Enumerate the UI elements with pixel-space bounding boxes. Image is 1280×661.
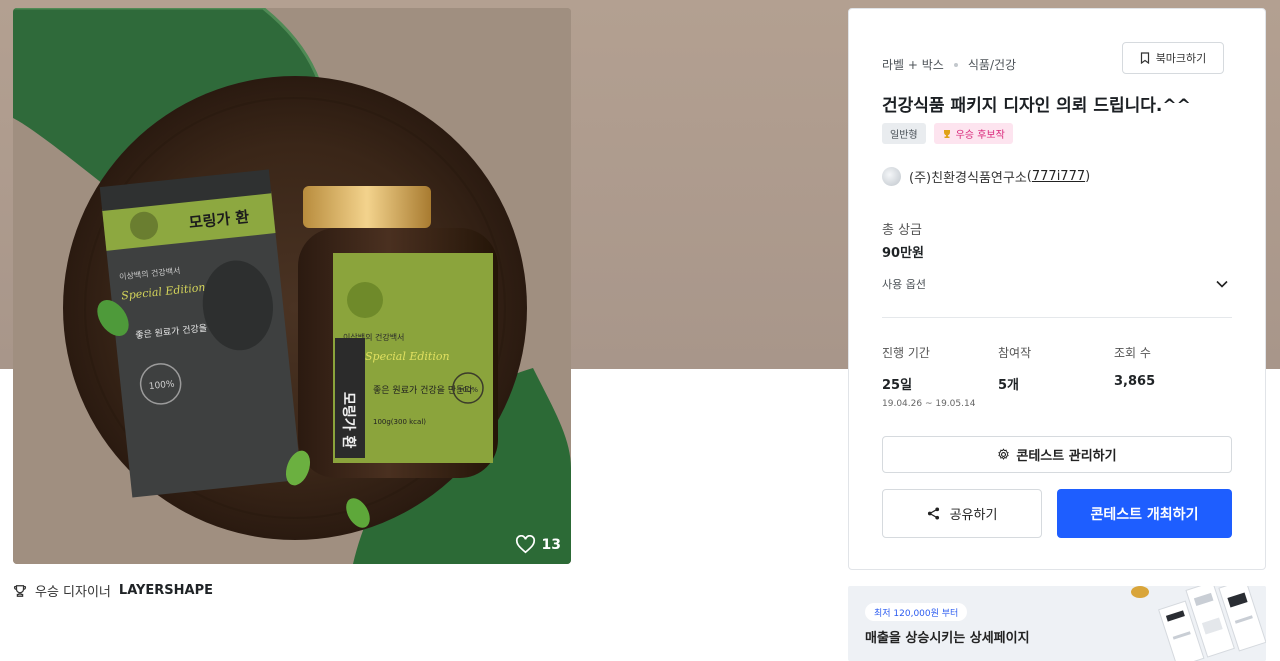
stat-views: 조회 수 3,865 bbox=[1114, 344, 1230, 409]
contest-type-label: 일반형 bbox=[890, 130, 918, 141]
stat-date-range: 19.04.26 ~ 19.05.14 bbox=[882, 399, 976, 409]
usage-options-toggle[interactable]: 사용 옵션 bbox=[882, 269, 1232, 299]
ad-price-pill: 최저 120,000원 부터 bbox=[865, 603, 968, 621]
separator-dot bbox=[953, 62, 958, 67]
manage-contest-button[interactable]: 콘테스트 관리하기 bbox=[882, 436, 1232, 473]
like-button[interactable]: 13 bbox=[515, 535, 561, 554]
category-breadcrumb: 라벨 + 박스 식품/건강 bbox=[882, 56, 1016, 73]
stat-value: 3,865 bbox=[1114, 374, 1156, 389]
client-name: (주)친환경식품연구소 bbox=[909, 171, 1027, 186]
stat-value: 5개 bbox=[998, 378, 1020, 393]
usage-options-label: 사용 옵션 bbox=[882, 278, 926, 291]
prize-value: 90만원 bbox=[882, 246, 925, 261]
heart-icon bbox=[515, 535, 535, 554]
prize-label: 총 상금 bbox=[882, 223, 923, 238]
share-button[interactable]: 공유하기 bbox=[882, 489, 1042, 538]
stat-label: 진행 기간 bbox=[882, 346, 930, 360]
stat-label: 참여작 bbox=[998, 346, 1032, 360]
contest-info-panel: 라벨 + 박스 식품/건강 북마크하기 건강식품 패키지 디자인 의뢰 드립니다… bbox=[848, 8, 1266, 570]
contest-title: 건강식품 패키지 디자인 의뢰 드립니다.^^ bbox=[882, 96, 1191, 116]
product-photo: 모링가 환 이상백의 건강백서 Special Edition 좋은 원료가 건… bbox=[13, 8, 571, 564]
contest-type-badge: 일반형 bbox=[882, 123, 926, 144]
ad-banner[interactable]: 최저 120,000원 부터 매출을 상승시키는 상세페이지 bbox=[848, 586, 1266, 661]
client-handle-close: ) bbox=[1085, 169, 1091, 184]
chevron-down-icon bbox=[1216, 280, 1228, 288]
gear-icon bbox=[998, 448, 1010, 460]
contest-stats: 진행 기간 25일 19.04.26 ~ 19.05.14 참여작 5개 조회 … bbox=[882, 344, 1232, 409]
ad-artwork bbox=[1096, 586, 1266, 661]
bookmark-button[interactable]: 북마크하기 bbox=[1122, 42, 1224, 74]
trophy-icon bbox=[943, 129, 950, 138]
share-label: 공유하기 bbox=[949, 508, 998, 523]
jar-edition: Special Edition bbox=[365, 350, 450, 363]
divider bbox=[882, 317, 1232, 318]
jar-stamp: 100% bbox=[458, 386, 478, 394]
host-contest-label: 콘테스트 개최하기 bbox=[1090, 506, 1199, 523]
stat-value: 25일 bbox=[882, 378, 913, 393]
manage-contest-label: 콘테스트 관리하기 bbox=[1016, 449, 1117, 464]
award-candidate-badge: 우승 후보작 bbox=[933, 123, 1013, 144]
stat-entries: 참여작 5개 bbox=[998, 344, 1114, 409]
client-avatar bbox=[882, 167, 901, 186]
bookmark-label: 북마크하기 bbox=[1155, 52, 1207, 65]
award-candidate-label: 우승 후보작 bbox=[955, 130, 1005, 141]
stat-duration: 진행 기간 25일 19.04.26 ~ 19.05.14 bbox=[882, 344, 998, 409]
ad-price-text: 최저 120,000원 부터 bbox=[874, 608, 959, 619]
category-secondary[interactable]: 식품/건강 bbox=[968, 56, 1016, 73]
trophy-icon bbox=[13, 584, 27, 597]
jar-weight: 100g(300 kcal) bbox=[373, 418, 426, 426]
client-handle[interactable]: 777i777 bbox=[1032, 169, 1085, 184]
like-count: 13 bbox=[541, 536, 561, 553]
share-icon bbox=[927, 507, 939, 520]
category-primary[interactable]: 라벨 + 박스 bbox=[882, 56, 944, 73]
ad-title: 매출을 상승시키는 상세페이지 bbox=[865, 631, 1030, 646]
host-contest-button[interactable]: 콘테스트 개최하기 bbox=[1057, 489, 1232, 538]
bookmark-icon bbox=[1140, 52, 1149, 64]
jar-product-name: 모링가 환 bbox=[340, 392, 357, 449]
stat-label: 조회 수 bbox=[1114, 346, 1151, 360]
winner-designer-line: 우승 디자이너 LAYERSHAPE bbox=[13, 581, 213, 600]
winner-designer-name[interactable]: LAYERSHAPE bbox=[119, 583, 213, 598]
winner-label: 우승 디자이너 bbox=[35, 585, 111, 600]
badge-group: 일반형 우승 후보작 bbox=[882, 123, 1013, 144]
product-image[interactable]: 모링가 환 이상백의 건강백서 Special Edition 좋은 원료가 건… bbox=[13, 8, 571, 564]
client-info: (주)친환경식품연구소(777i777) bbox=[882, 167, 1090, 186]
